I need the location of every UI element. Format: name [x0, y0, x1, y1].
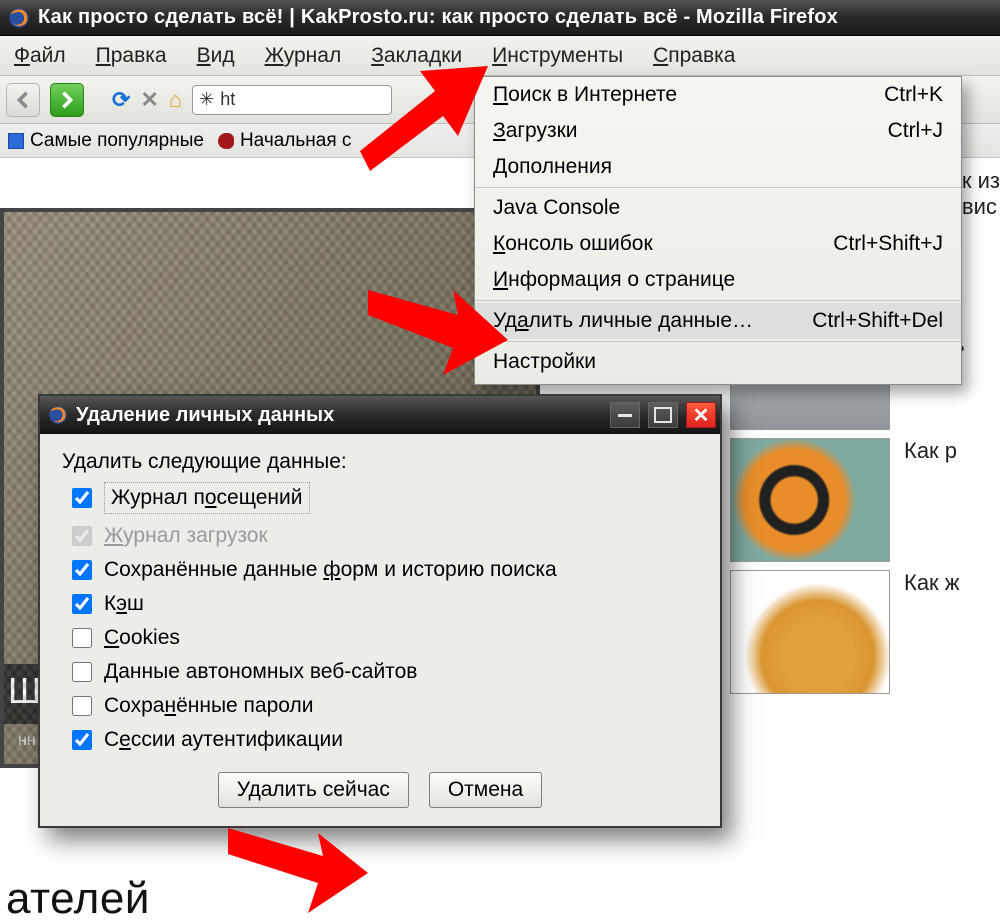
- checkbox-input: [72, 526, 92, 546]
- menu-bookmarks[interactable]: Закладки: [363, 40, 470, 72]
- shortcut-label: Ctrl+Shift+J: [833, 232, 943, 256]
- checkbox-input[interactable]: [72, 488, 92, 508]
- tools-dropdown: Поиск в Интернете Ctrl+K Загрузки Ctrl+J…: [474, 76, 962, 385]
- menu-item-addons[interactable]: Дополнения: [475, 149, 961, 185]
- clear-private-data-dialog: Удаление личных данных ✕ Удалить следующ…: [38, 394, 722, 828]
- bookmark-start[interactable]: Начальная с: [218, 130, 351, 152]
- checkbox-auth-sessions[interactable]: Сессии аутентификации: [72, 728, 698, 752]
- thumbnail: [730, 438, 890, 562]
- menu-tools[interactable]: Инструменты: [484, 40, 631, 72]
- clear-now-button[interactable]: Удалить сейчас: [218, 772, 409, 808]
- cancel-button[interactable]: Отмена: [429, 772, 542, 808]
- sidebar-text: к из: [962, 168, 1000, 194]
- checkbox-input[interactable]: [72, 560, 92, 580]
- close-button[interactable]: ✕: [686, 402, 716, 428]
- menu-view[interactable]: Вид: [189, 40, 243, 72]
- sidebar-text: вис: [962, 194, 1000, 220]
- menu-item-label: Настройки: [493, 350, 596, 374]
- checkbox-input[interactable]: [72, 696, 92, 716]
- bookmark-label: Начальная с: [240, 130, 351, 152]
- menu-edit[interactable]: Правка: [88, 40, 175, 72]
- bookmark-icon: [8, 133, 24, 149]
- dialog-title: Удаление личных данных: [76, 404, 602, 427]
- menu-item-web-search[interactable]: Поиск в Интернете Ctrl+K: [475, 77, 961, 113]
- home-button[interactable]: ⌂: [169, 87, 182, 113]
- page-text-fragment: ателей: [6, 874, 150, 924]
- sidebar-row[interactable]: Как ж: [730, 570, 1000, 694]
- menu-item-error-console[interactable]: Консоль ошибок Ctrl+Shift+J: [475, 226, 961, 262]
- checkbox-input[interactable]: [72, 594, 92, 614]
- chevron-left-icon: [14, 91, 32, 109]
- dialog-titlebar: Удаление личных данных ✕: [40, 396, 720, 434]
- window-title: Как просто сделать всё! | KakProsto.ru: …: [38, 6, 838, 29]
- dialog-body: Удалить следующие данные: Журнал посещен…: [40, 434, 720, 826]
- dialog-prompt: Удалить следующие данные:: [62, 450, 698, 474]
- checkbox-input[interactable]: [72, 628, 92, 648]
- forward-button[interactable]: [50, 83, 84, 117]
- menu-item-clear-private-data[interactable]: Удалить личные данные… Ctrl+Shift+Del: [475, 303, 961, 339]
- menu-item-java-console[interactable]: Java Console: [475, 190, 961, 226]
- shortcut-label: Ctrl+K: [884, 83, 943, 107]
- thumbnail: [730, 570, 890, 694]
- checkbox-offline-data[interactable]: Данные автономных веб-сайтов: [72, 660, 698, 684]
- bookmark-icon: [218, 133, 234, 149]
- menubar: Файл Правка Вид Журнал Закладки Инструме…: [0, 36, 1000, 76]
- checkbox-cookies[interactable]: Cookies: [72, 626, 698, 650]
- back-button[interactable]: [6, 83, 40, 117]
- menu-item-settings[interactable]: Настройки: [475, 344, 961, 384]
- checkbox-history[interactable]: Журнал посещений: [72, 482, 698, 514]
- titlebar: Как просто сделать всё! | KakProsto.ru: …: [0, 0, 1000, 36]
- site-icon: ✳: [199, 89, 214, 110]
- shortcut-label: Ctrl+J: [888, 119, 943, 143]
- firefox-icon: [8, 7, 30, 29]
- menu-item-label: Java Console: [493, 196, 620, 220]
- checkbox-cache[interactable]: Кэш: [72, 592, 698, 616]
- checkbox-input[interactable]: [72, 730, 92, 750]
- menu-item-page-info[interactable]: Информация о странице: [475, 262, 961, 298]
- sidebar-text: Как ж: [904, 570, 960, 596]
- bookmark-popular[interactable]: Самые популярные: [8, 130, 204, 152]
- url-bar[interactable]: ✳ ht: [192, 85, 392, 115]
- menu-item-downloads[interactable]: Загрузки Ctrl+J: [475, 113, 961, 149]
- shortcut-label: Ctrl+Shift+Del: [812, 309, 943, 333]
- menu-history[interactable]: Журнал: [257, 40, 350, 72]
- sidebar-row[interactable]: Как р: [730, 438, 1000, 562]
- menu-help[interactable]: Справка: [645, 40, 743, 72]
- minimize-button[interactable]: [610, 402, 640, 428]
- checkbox-input[interactable]: [72, 662, 92, 682]
- stop-button[interactable]: ✕: [140, 87, 158, 113]
- maximize-button[interactable]: [648, 402, 678, 428]
- chevron-right-icon: [58, 91, 76, 109]
- hero-subtext: нн: [4, 732, 36, 750]
- checkbox-form-data[interactable]: Сохранённые данные форм и историю поиска: [72, 558, 698, 582]
- reload-button[interactable]: ⟳: [112, 87, 130, 113]
- firefox-icon: [48, 405, 68, 425]
- url-text: ht: [220, 89, 235, 110]
- checkbox-downloads-history: Журнал загрузок: [72, 524, 698, 548]
- menu-file[interactable]: Файл: [6, 40, 74, 72]
- bookmark-label: Самые популярные: [30, 130, 204, 152]
- sidebar-text: Как р: [904, 438, 957, 464]
- checkbox-passwords[interactable]: Сохранённые пароли: [72, 694, 698, 718]
